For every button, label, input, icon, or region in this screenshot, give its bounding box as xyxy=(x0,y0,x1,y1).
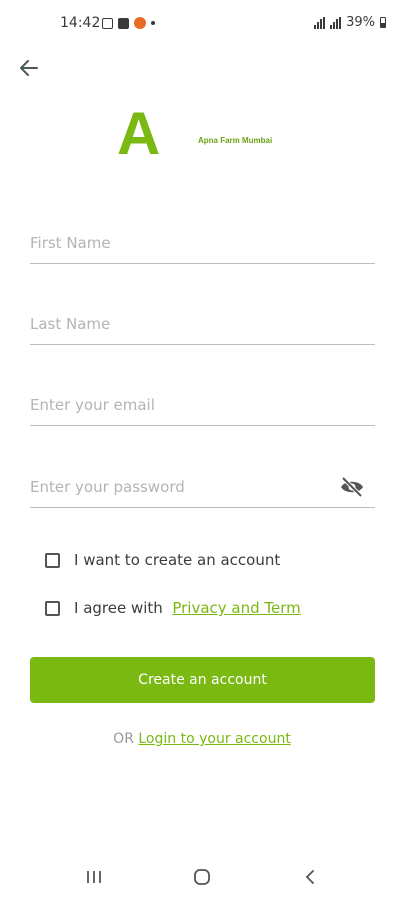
logo-letter: A xyxy=(117,100,161,167)
create-account-label: I want to create an account xyxy=(74,551,281,569)
agree-label: I agree with Privacy and Term xyxy=(74,599,301,617)
home-icon xyxy=(194,869,210,885)
eye-off-icon xyxy=(341,476,363,498)
login-row: OR Login to your account xyxy=(0,731,404,747)
privacy-term-link[interactable]: Privacy and Term xyxy=(172,599,300,617)
last-name-field xyxy=(30,304,375,345)
agree-row: I agree with Privacy and Term xyxy=(45,599,301,617)
first-name-field xyxy=(30,223,375,264)
news-icon xyxy=(118,17,129,29)
app-notification-icon xyxy=(134,17,146,29)
create-account-checkbox[interactable] xyxy=(45,552,60,568)
back-arrow-icon xyxy=(20,60,38,76)
signal-icon xyxy=(314,16,326,29)
status-right: 39% xyxy=(314,15,386,30)
back-nav-button[interactable] xyxy=(290,862,330,892)
back-button[interactable] xyxy=(14,53,44,83)
first-name-input[interactable] xyxy=(30,223,375,263)
toggle-password-visibility[interactable] xyxy=(339,475,365,499)
email-field xyxy=(30,385,375,426)
create-account-row: I want to create an account xyxy=(45,551,280,569)
status-time: 14:42 xyxy=(60,15,101,31)
last-name-input[interactable] xyxy=(30,304,375,344)
create-account-button[interactable]: Create an account xyxy=(30,657,375,703)
more-notifications-icon xyxy=(151,21,155,25)
recents-icon xyxy=(87,871,101,883)
system-navigation-bar xyxy=(0,862,404,892)
login-link[interactable]: Login to your account xyxy=(138,731,290,747)
agree-checkbox[interactable] xyxy=(45,600,60,616)
recents-button[interactable] xyxy=(74,862,114,892)
battery-icon xyxy=(380,17,386,28)
gallery-icon xyxy=(102,17,113,29)
password-field xyxy=(30,467,375,508)
logo-name: Apna Farm Mumbai xyxy=(198,136,273,145)
email-input[interactable] xyxy=(30,385,375,425)
back-nav-icon xyxy=(305,870,314,884)
or-text: OR xyxy=(113,731,134,747)
home-button[interactable] xyxy=(182,862,222,892)
password-input[interactable] xyxy=(30,467,330,507)
battery-percent: 39% xyxy=(346,15,375,30)
signal-icon-2 xyxy=(330,16,342,29)
status-notification-icons xyxy=(102,17,155,29)
